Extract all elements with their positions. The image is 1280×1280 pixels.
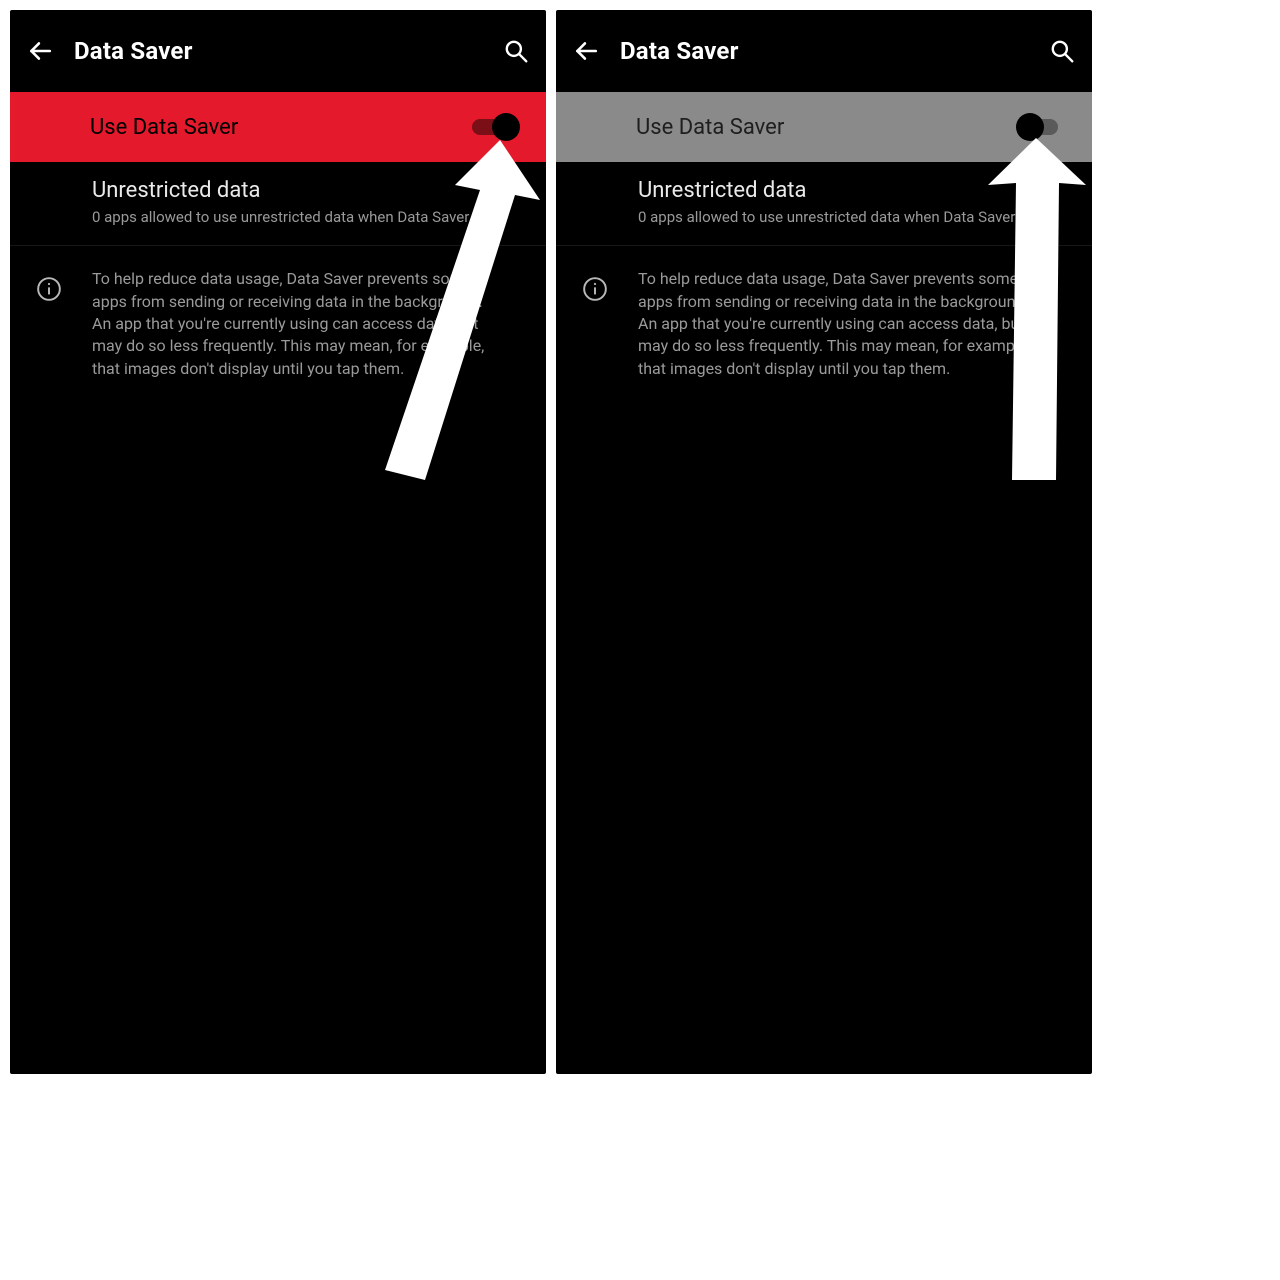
data-saver-toggle-on[interactable]: [472, 113, 518, 141]
toggle-thumb: [492, 113, 520, 141]
info-icon: [580, 274, 610, 304]
info-text: To help reduce data usage, Data Saver pr…: [92, 268, 502, 380]
page-title: Data Saver: [620, 37, 1048, 65]
info-block: To help reduce data usage, Data Saver pr…: [556, 246, 1092, 390]
screenshot-divider: [546, 10, 556, 1074]
back-button[interactable]: [26, 37, 54, 65]
screenshot-left: Data Saver Use Data Saver Unrestricted d…: [10, 10, 546, 1074]
unrestricted-title: Unrestricted data: [92, 178, 522, 203]
info-text: To help reduce data usage, Data Saver pr…: [638, 268, 1048, 380]
unrestricted-subtitle: 0 apps allowed to use unrestricted data …: [638, 207, 1068, 227]
unrestricted-data-item[interactable]: Unrestricted data 0 apps allowed to use …: [10, 162, 546, 245]
use-data-saver-label: Use Data Saver: [90, 115, 238, 140]
screenshot-right: Data Saver Use Data Saver Unrestricted d…: [556, 10, 1092, 1074]
use-data-saver-label: Use Data Saver: [636, 115, 784, 140]
use-data-saver-row[interactable]: Use Data Saver: [10, 92, 546, 162]
app-header: Data Saver: [556, 10, 1092, 92]
unrestricted-subtitle: 0 apps allowed to use unrestricted data …: [92, 207, 522, 227]
unrestricted-title: Unrestricted data: [638, 178, 1068, 203]
search-button[interactable]: [1048, 37, 1076, 65]
search-button[interactable]: [502, 37, 530, 65]
back-button[interactable]: [572, 37, 600, 65]
app-header: Data Saver: [10, 10, 546, 92]
data-saver-toggle-off[interactable]: [1018, 113, 1064, 141]
info-icon: [34, 274, 64, 304]
info-block: To help reduce data usage, Data Saver pr…: [10, 246, 546, 390]
unrestricted-data-item[interactable]: Unrestricted data 0 apps allowed to use …: [556, 162, 1092, 245]
toggle-thumb: [1016, 113, 1044, 141]
page-title: Data Saver: [74, 37, 502, 65]
use-data-saver-row[interactable]: Use Data Saver: [556, 92, 1092, 162]
